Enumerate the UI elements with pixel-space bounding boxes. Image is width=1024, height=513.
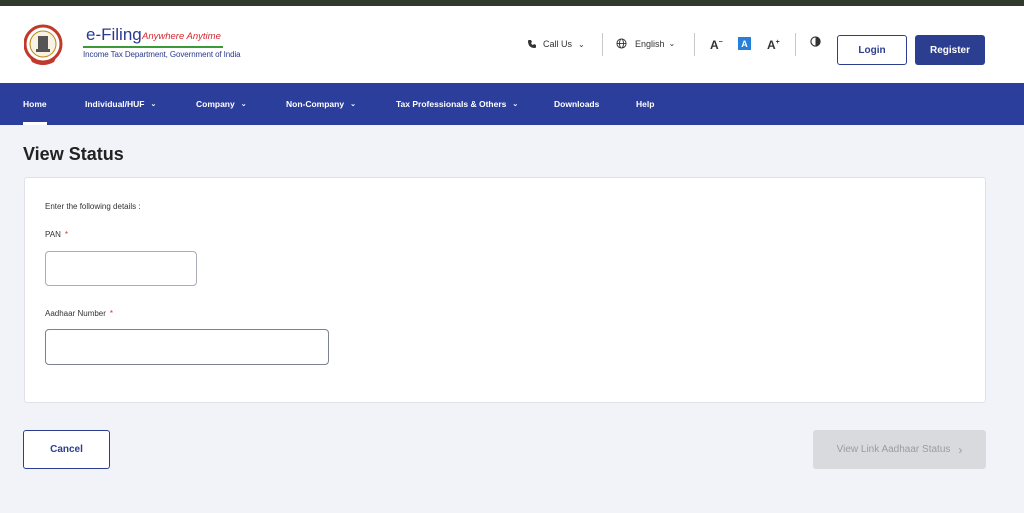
header-divider [602,33,603,56]
view-link-aadhaar-status-button[interactable]: View Link Aadhaar Status › [813,430,986,469]
efiling-logo[interactable]: e-Filing Anywhere Anytime Income Tax Dep… [24,24,241,66]
nav-non-company[interactable]: Non-Company ⌄ [286,83,356,125]
nav-individual-huf[interactable]: Individual/HUF ⌄ [85,83,156,125]
header-divider [795,33,796,56]
chevron-right-icon: › [958,442,963,457]
brand-divider [83,46,223,48]
nav-home[interactable]: Home [23,83,47,125]
brand-tagline: Anywhere Anytime [142,31,221,42]
page-title: View Status [23,144,124,164]
phone-icon [528,40,536,48]
chevron-down-icon: ⌄ [512,101,519,108]
national-emblem-icon [24,24,63,65]
chevron-down-icon: ⌄ [350,101,356,108]
chevron-down-icon: ⌄ [578,39,585,49]
header-divider [694,33,695,56]
call-us-label: Call Us [543,39,573,49]
cancel-button[interactable]: Cancel [23,430,110,469]
login-button[interactable]: Login [837,35,907,65]
pan-input[interactable] [45,251,197,286]
required-mark: * [109,309,114,318]
chevron-down-icon: ⌄ [240,101,247,108]
instruction-text: Enter the following details : [45,202,141,211]
site-header: e-Filing Anywhere Anytime Income Tax Dep… [0,6,1024,83]
aadhaar-number-input[interactable] [45,329,329,365]
nav-active-indicator [23,122,47,125]
chevron-down-icon: ⌄ [668,39,676,48]
pan-label: PAN * [45,230,68,239]
brand-name: e-Filing [86,25,142,44]
nav-tax-professionals[interactable]: Tax Professionals & Others ⌄ [396,83,518,125]
language-dropdown[interactable]: English ⌄ [616,38,675,49]
font-increase-button[interactable]: A+ [767,38,780,52]
nav-downloads[interactable]: Downloads [554,83,599,125]
details-card: Enter the following details : PAN * Aadha… [24,177,986,403]
register-button[interactable]: Register [915,35,985,65]
language-label: English [635,38,665,49]
aadhaar-label: Aadhaar Number * [45,309,114,318]
contrast-toggle-icon[interactable] [810,36,821,47]
brand-subtitle: Income Tax Department, Government of Ind… [83,50,241,59]
font-decrease-button[interactable]: A− [710,38,723,52]
nav-company[interactable]: Company ⌄ [196,83,247,125]
required-mark: * [64,230,68,239]
font-default-button[interactable]: A [738,37,751,50]
call-us-dropdown[interactable]: Call Us ⌄ [527,39,585,49]
chevron-down-icon: ⌄ [150,101,157,108]
nav-help[interactable]: Help [636,83,654,125]
main-nav: Home Individual/HUF ⌄ Company ⌄ Non-Compan… [0,83,1024,125]
globe-icon [616,38,627,49]
